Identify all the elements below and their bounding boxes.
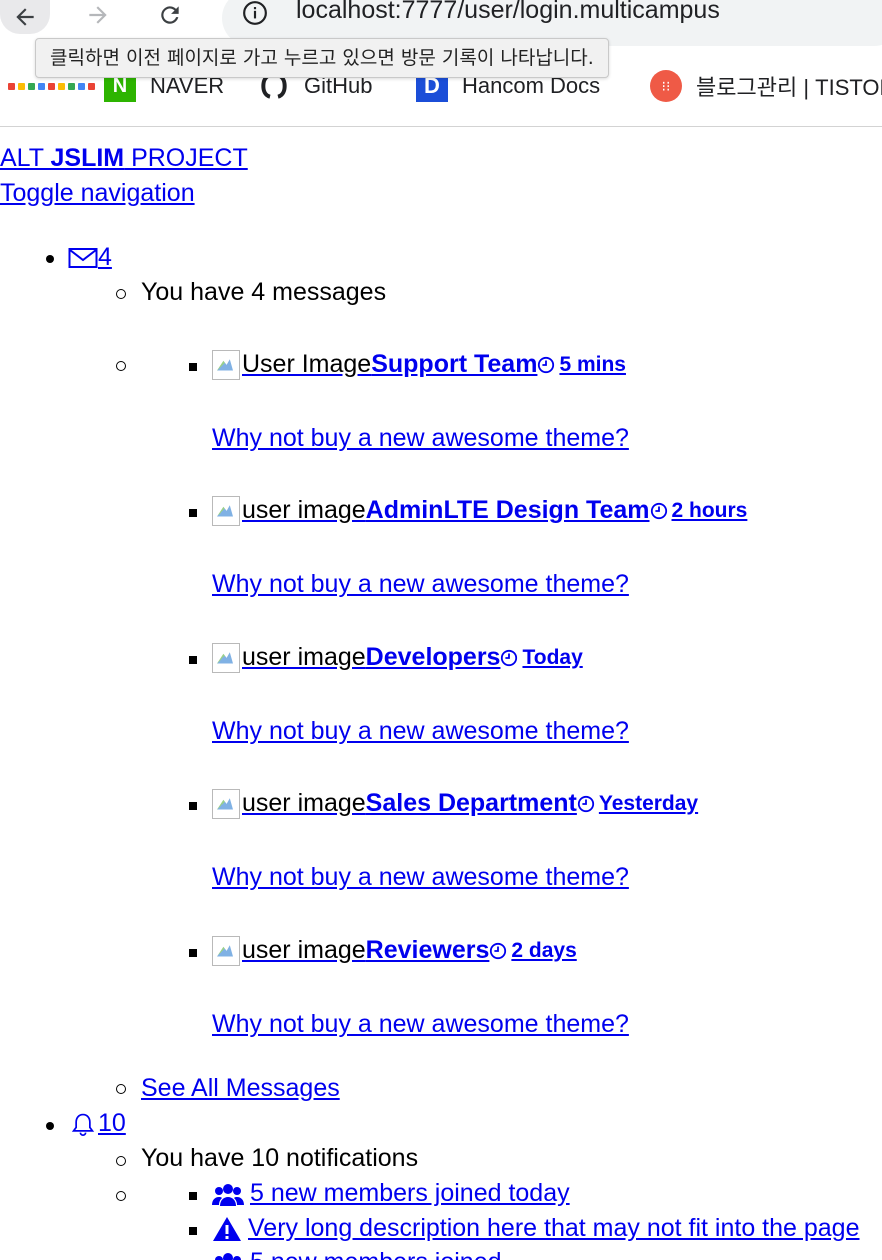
message-time-text: 2 days (511, 939, 577, 962)
arrow-left-icon (16, 8, 34, 26)
forward-button[interactable] (80, 0, 116, 30)
warning-icon (213, 1216, 241, 1241)
avatar: user image (212, 493, 366, 528)
list-bullet (189, 656, 197, 664)
message-sender: Reviewers (365, 936, 490, 964)
list-bullet (189, 1192, 197, 1200)
avatar-alt: user image (242, 936, 366, 964)
message-time-text: Yesterday (598, 792, 699, 815)
notifications-count: 10 (98, 1109, 126, 1137)
notification-text: 5 new members joined (250, 1245, 502, 1260)
brand-bold: JSLIM (50, 144, 125, 172)
brand-link[interactable]: ALT JSLIM PROJECT (0, 141, 248, 176)
message-preview[interactable]: Why not buy a new awesome theme? (212, 860, 629, 895)
list-bullet (46, 255, 54, 263)
message-time-text: Today (522, 646, 583, 669)
message-item[interactable]: user image Developers Today (212, 640, 583, 675)
message-item[interactable]: user image Sales Department Yesterday (212, 786, 698, 821)
avatar-alt: user image (242, 789, 366, 817)
message-time: 5 mins (537, 347, 626, 382)
list-bullet (116, 1156, 126, 1166)
message-sender: Developers (365, 643, 501, 671)
see-all-messages-link[interactable]: See All Messages (141, 1071, 340, 1106)
message-item[interactable]: user image Reviewers 2 days (212, 933, 577, 968)
message-time: Today (500, 640, 583, 675)
reload-icon (161, 6, 179, 24)
brand-suffix: PROJECT (124, 144, 248, 172)
avatar: user image (212, 933, 366, 968)
message-preview[interactable]: Why not buy a new awesome theme? (212, 421, 629, 456)
message-preview[interactable]: Why not buy a new awesome theme? (212, 567, 629, 602)
apps-grid-icon (8, 82, 95, 90)
message-item[interactable]: User Image Support Team 5 mins (212, 347, 626, 382)
message-time: Yesterday (577, 786, 698, 821)
messages-count: 4 (98, 243, 112, 271)
back-button-tooltip: 클릭하면 이전 페이지로 가고 누르고 있으면 방문 기록이 나타납니다. (35, 38, 609, 78)
message-sender: Support Team (371, 350, 538, 378)
list-bullet (189, 802, 197, 810)
avatar-alt: user image (242, 643, 366, 671)
message-time-text: 2 hours (671, 499, 748, 522)
envelope-icon (68, 248, 98, 269)
messages-toggle[interactable]: 4 (68, 240, 112, 275)
url-text[interactable]: localhost:7777/user/login.multicampus (296, 0, 720, 25)
message-sender: Sales Department (365, 789, 577, 817)
bell-icon (71, 1114, 95, 1137)
list-bullet (116, 1191, 126, 1201)
clock-icon (501, 649, 518, 666)
notification-item[interactable]: Very long description here that may not … (212, 1211, 860, 1246)
reload-button[interactable] (152, 0, 188, 30)
clock-icon (538, 356, 555, 373)
avatar: User Image (212, 347, 371, 382)
message-time-text: 5 mins (559, 353, 626, 376)
notification-item[interactable]: 5 new members joined (212, 1245, 502, 1260)
list-bullet (116, 361, 126, 371)
clock-icon (650, 502, 667, 519)
avatar-alt: User Image (242, 350, 372, 378)
message-time: 2 hours (650, 493, 748, 528)
message-preview[interactable]: Why not buy a new awesome theme? (212, 714, 629, 749)
clock-icon (490, 942, 507, 959)
clock-icon (577, 795, 594, 812)
messages-header: You have 4 messages (141, 278, 387, 306)
list-bullet (189, 509, 197, 517)
notification-text: 5 new members joined today (250, 1179, 570, 1207)
list-bullet (116, 1084, 126, 1094)
users-icon (215, 1252, 241, 1260)
notification-item[interactable]: 5 new members joined today (212, 1176, 570, 1211)
list-bullet (189, 949, 197, 957)
tistory-icon: ⁝⁝ (650, 70, 682, 102)
bookmark-tistory[interactable]: ⁝⁝ 블로그관리 | TISTORY (650, 66, 882, 106)
info-icon[interactable] (238, 0, 272, 26)
back-button[interactable] (0, 0, 50, 34)
bookmark-label: 블로그관리 | TISTORY (696, 75, 882, 100)
list-bullet (46, 1122, 54, 1130)
message-item[interactable]: user image AdminLTE Design Team 2 hours (212, 493, 747, 528)
avatar: user image (212, 786, 366, 821)
users-icon (212, 1183, 244, 1206)
message-sender: AdminLTE Design Team (365, 496, 650, 524)
avatar-alt: user image (242, 496, 366, 524)
notifications-header: You have 10 notifications (141, 1144, 419, 1172)
notification-text: Very long description here that may not … (248, 1214, 860, 1242)
message-preview[interactable]: Why not buy a new awesome theme? (212, 1007, 629, 1042)
list-bullet (116, 289, 126, 299)
notifications-toggle[interactable]: 10 (68, 1106, 126, 1141)
brand-prefix: ALT (0, 144, 51, 172)
message-time: 2 days (489, 933, 577, 968)
avatar: user image (212, 640, 366, 675)
toggle-navigation-link[interactable]: Toggle navigation (0, 176, 195, 211)
page-content: ALT JSLIM PROJECT Toggle navigation 4 Yo… (0, 127, 882, 1260)
list-bullet (189, 363, 197, 371)
list-bullet (189, 1227, 197, 1235)
arrow-right-icon (89, 6, 107, 24)
